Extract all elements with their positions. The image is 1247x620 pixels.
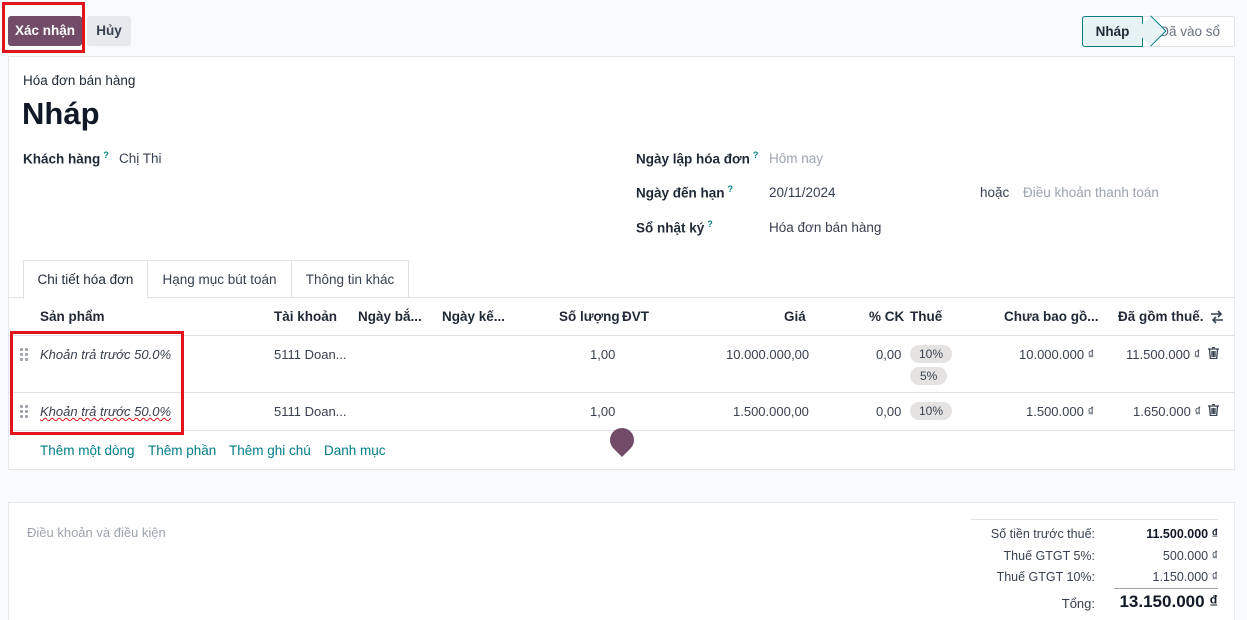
add-line-link[interactable]: Thêm một dòng [40, 443, 135, 458]
page-title: Nháp [22, 96, 100, 131]
customer-field[interactable]: Chị Thi [119, 151, 162, 166]
row-product-text: Khoản trả trước 50.0% [40, 404, 171, 419]
column-start-date[interactable]: Ngày bắ... [358, 309, 422, 324]
invoice-date-label: Ngày lập hóa đơn? [636, 150, 759, 167]
tax-tag[interactable]: 10% [910, 345, 953, 363]
journal-field[interactable]: Hóa đơn bán hàng [769, 220, 881, 235]
column-subtotal[interactable]: Chưa bao gồ... [1004, 309, 1099, 324]
row-total: 1.650.000 ₫ [1133, 404, 1202, 419]
row-price[interactable]: 10.000.000,00 [726, 347, 809, 362]
row-discount[interactable]: 0,00 [876, 347, 901, 362]
journal-label: Sổ nhật ký? [636, 219, 713, 236]
column-product[interactable]: Sản phẩm [40, 309, 105, 324]
tax-tag[interactable]: 10% [910, 402, 953, 420]
vat-5-value: 500.000 ₫ [1162, 549, 1218, 563]
add-note-link[interactable]: Thêm ghi chú [229, 443, 311, 458]
column-discount[interactable]: % CK [869, 309, 904, 324]
column-quantity[interactable]: Số lượng [559, 309, 620, 324]
tab-journal-items[interactable]: Hạng mục bút toán [148, 260, 292, 298]
add-section-link[interactable]: Thêm phần [148, 443, 216, 458]
column-end-date[interactable]: Ngày kế... [442, 309, 505, 324]
control-panel: Xác nhận Hủy Nháp Đã vào sổ [0, 0, 1247, 56]
row-product[interactable]: Khoản trả trước 50.0% [40, 404, 171, 419]
row-total: 11.500.000 ₫ [1126, 347, 1201, 362]
tab-other-info[interactable]: Thông tin khác [292, 260, 409, 298]
row-subtotal: 1.500.000 ₫ [1026, 404, 1095, 419]
column-total[interactable]: Đã gồm thuế. [1118, 309, 1204, 324]
cancel-button[interactable]: Hủy [87, 16, 131, 46]
help-icon[interactable]: ? [728, 184, 734, 194]
column-uom[interactable]: ĐVT [622, 309, 649, 324]
due-date-label: Ngày đến hạn? [636, 184, 734, 201]
row-quantity[interactable]: 1,00 [590, 347, 615, 362]
column-settings-icon[interactable] [1210, 310, 1224, 324]
trash-icon[interactable] [1208, 404, 1219, 416]
total-divider [1114, 588, 1218, 589]
row-account[interactable]: 5111 Doan... [274, 347, 347, 362]
column-account[interactable]: Tài khoản [274, 309, 337, 324]
untaxed-amount-label: Số tiền trước thuế: [990, 527, 1095, 541]
column-taxes[interactable]: Thuế [910, 309, 942, 324]
status-draft[interactable]: Nháp [1082, 16, 1143, 47]
tab-divider [8, 297, 1235, 298]
row-price[interactable]: 1.500.000,00 [733, 404, 809, 419]
customer-label: Khách hàng? [23, 150, 109, 167]
due-date-field[interactable]: 20/11/2024 [769, 185, 836, 200]
confirm-button[interactable]: Xác nhận [8, 16, 82, 46]
vat-10-value: 1.150.000 ₫ [1152, 570, 1219, 584]
drag-handle-icon[interactable] [20, 405, 28, 418]
row-divider [8, 392, 1235, 393]
row-quantity[interactable]: 1,00 [590, 404, 615, 419]
column-price[interactable]: Giá [784, 309, 806, 324]
section-separator [8, 469, 1235, 503]
vat-10-label: Thuế GTGT 10%: [996, 570, 1095, 584]
vat-5-label: Thuế GTGT 5%: [1003, 549, 1095, 563]
row-subtotal: 10.000.000 ₫ [1019, 347, 1095, 362]
tab-invoice-lines[interactable]: Chi tiết hóa đơn [23, 260, 148, 299]
invoice-type-label: Hóa đơn bán hàng [23, 73, 136, 88]
row-discount[interactable]: 0,00 [876, 404, 901, 419]
trash-icon[interactable] [1208, 347, 1219, 359]
help-icon[interactable]: ? [707, 219, 713, 229]
catalog-link[interactable]: Danh mục [324, 443, 386, 458]
total-label: Tổng: [1061, 596, 1095, 611]
totals-top-border [971, 519, 1218, 520]
terms-field[interactable]: Điều khoản và điều kiện [27, 525, 166, 540]
header-divider [8, 335, 1235, 336]
total-value: 13.150.000 ₫ [1119, 592, 1218, 611]
row-product[interactable]: Khoản trả trước 50.0% [40, 347, 171, 362]
drag-handle-icon[interactable] [20, 348, 28, 361]
help-icon[interactable]: ? [103, 150, 109, 160]
invoice-date-field[interactable]: Hôm nay [769, 151, 823, 166]
help-icon[interactable]: ? [753, 150, 759, 160]
tax-tag[interactable]: 5% [910, 367, 948, 385]
payment-terms-field[interactable]: Điều khoản thanh toán [1023, 185, 1159, 200]
or-label: hoặc [980, 185, 1010, 200]
row-account[interactable]: 5111 Doan... [274, 404, 347, 419]
untaxed-amount-value: 11.500.000 ₫ [1146, 527, 1218, 541]
